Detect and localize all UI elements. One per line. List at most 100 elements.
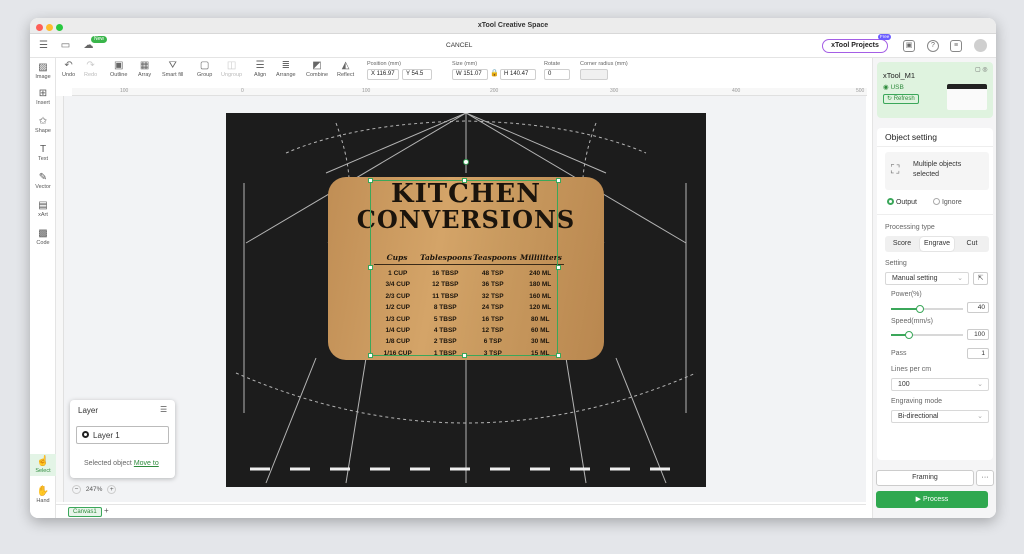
close-dot[interactable]	[36, 24, 43, 31]
image-tool[interactable]: ▨ Image	[30, 62, 56, 80]
power-slider[interactable]	[891, 305, 963, 313]
refresh-label: Refresh	[893, 96, 915, 102]
shape-tool[interactable]: ✩ Shape	[30, 116, 56, 134]
cancel-button[interactable]: CANCEL	[446, 42, 472, 49]
code-tool[interactable]: ▩ Code	[30, 228, 56, 246]
align-button[interactable]: ☰ Align	[254, 60, 266, 78]
resize-handle[interactable]	[368, 353, 373, 358]
speed-label: Speed(mm/s)	[891, 318, 934, 325]
lock-icon[interactable]: 🔒	[490, 69, 499, 77]
power-slider-knob[interactable]	[915, 305, 924, 313]
undo-button[interactable]: ↶ Undo	[62, 60, 75, 78]
power-input[interactable]: 40	[967, 302, 989, 313]
lines-per-cm-select[interactable]: 100 ⌄	[891, 378, 989, 391]
combine-button[interactable]: ◩ Combine	[306, 60, 328, 78]
add-canvas-button[interactable]: +	[104, 506, 109, 515]
hand-tool[interactable]: ✋ Hand	[30, 486, 56, 504]
speed-slider[interactable]	[891, 331, 963, 339]
pass-label: Pass	[891, 350, 907, 357]
setting-select[interactable]: Manual setting ⌄	[885, 272, 969, 285]
layer-radio-icon[interactable]	[82, 431, 89, 438]
selection-box[interactable]	[370, 180, 558, 356]
select-tool[interactable]: ☝ Select	[30, 454, 56, 476]
width-field[interactable]: W 151.07	[452, 69, 488, 80]
move-to-link[interactable]: Move to	[134, 460, 159, 467]
selected-object-label: Selected object	[84, 460, 132, 467]
engraving-mode-select[interactable]: Bi-directional ⌄	[891, 410, 989, 423]
array-button[interactable]: ▦ Array	[138, 60, 151, 78]
more-options-button[interactable]: ···	[976, 470, 994, 486]
ignore-label: Ignore	[941, 199, 962, 206]
corner-radius-field[interactable]	[580, 69, 608, 80]
resize-handle[interactable]	[556, 178, 561, 183]
rotate-field[interactable]: 0	[544, 69, 570, 80]
ruler-tick: 500	[856, 88, 865, 94]
arrange-icon: ≣	[281, 60, 290, 71]
reflect-button[interactable]: ◭ Reflect	[337, 60, 354, 78]
ungroup-icon: ◫	[226, 60, 237, 71]
layer-settings-icon[interactable]: ☰	[160, 405, 167, 414]
resize-handle[interactable]	[462, 178, 467, 183]
pass-input[interactable]: 1	[967, 348, 989, 359]
vector-tool[interactable]: ✎ Vector	[30, 172, 56, 190]
xtool-projects-button[interactable]: xTool Projects	[822, 39, 888, 53]
text-tool[interactable]: T Text	[30, 144, 56, 162]
group-button[interactable]: ▢ Group	[197, 60, 212, 78]
resize-handle[interactable]	[462, 353, 467, 358]
output-radio[interactable]: Output	[887, 198, 917, 206]
help-icon[interactable]: ?	[927, 40, 939, 52]
corner-radius-label: Corner radius (mm)	[580, 61, 628, 67]
multiple-objects-icon: ⛶	[891, 162, 900, 176]
resize-handle[interactable]	[368, 178, 373, 183]
usb-status: ◉ USB	[883, 84, 904, 91]
minimize-dot[interactable]	[46, 24, 53, 31]
insert-tool[interactable]: ⊞ Insert	[30, 88, 56, 106]
tab-canvas1[interactable]: Canvas1	[68, 507, 102, 517]
avatar[interactable]	[974, 39, 987, 52]
zoom-in-button[interactable]: +	[107, 485, 117, 494]
camera-preview[interactable]: KITCHEN CONVERSIONS Cups Tablespoons Tea…	[226, 113, 706, 487]
resize-handle[interactable]	[556, 353, 561, 358]
device-menu-icon[interactable]: ▢ ◎	[975, 66, 988, 73]
right-panel: xTool_M1 ◉ USB ↻ Refresh ▢ ◎ Object sett…	[872, 58, 996, 518]
zoom-dot[interactable]	[56, 24, 63, 31]
tab-engrave[interactable]: Engrave	[920, 237, 954, 251]
zoom-out-button[interactable]: −	[72, 485, 81, 494]
device-card[interactable]: xTool_M1 ◉ USB ↻ Refresh ▢ ◎	[877, 62, 993, 118]
redo-button[interactable]: ↷ Redo	[84, 60, 97, 78]
combine-icon: ◩	[312, 60, 322, 71]
ruler-tick: 400	[732, 88, 741, 94]
zoom-level[interactable]: 247%	[86, 486, 103, 493]
document-icon[interactable]: ≡	[950, 40, 962, 52]
resize-handle[interactable]	[368, 265, 373, 270]
y-field[interactable]: Y 54.5	[402, 69, 432, 80]
process-button[interactable]: ▶ Process	[876, 491, 988, 508]
arrange-button[interactable]: ≣ Arrange	[276, 60, 296, 78]
x-field[interactable]: X 116.97	[367, 69, 399, 80]
resize-handle[interactable]	[556, 265, 561, 270]
array-icon: ▦	[139, 60, 150, 71]
folder-icon[interactable]: ▭	[60, 40, 71, 51]
tab-score[interactable]: Score	[885, 236, 919, 252]
ungroup-button[interactable]: ◫ Ungroup	[221, 60, 242, 78]
device-icon[interactable]: ▣	[903, 40, 915, 52]
refresh-button[interactable]: ↻ Refresh	[883, 94, 919, 104]
save-setting-icon[interactable]: ⇱	[973, 272, 988, 285]
rotate-handle[interactable]	[463, 159, 469, 165]
xart-tool[interactable]: ▤ xArt	[30, 200, 56, 218]
outline-button[interactable]: ▣ Outline	[110, 60, 127, 78]
framing-button[interactable]: Framing	[876, 470, 974, 486]
rotate-label: Rotate	[544, 61, 561, 67]
height-field[interactable]: H 140.47	[500, 69, 536, 80]
tab-cut[interactable]: Cut	[955, 236, 989, 252]
menu-icon[interactable]: ☰	[38, 40, 49, 51]
vertical-ruler	[56, 96, 64, 502]
usb-label: USB	[890, 84, 904, 91]
speed-input[interactable]: 100	[967, 329, 989, 340]
speed-slider-knob[interactable]	[905, 331, 913, 339]
ignore-radio[interactable]: Ignore	[933, 198, 962, 206]
layer-item[interactable]: Layer 1	[76, 426, 169, 444]
window-title: xTool Creative Space	[477, 22, 549, 29]
outline-icon: ▣	[113, 60, 124, 71]
smart-fill-button[interactable]: ⛛ Smart fill	[162, 60, 183, 78]
